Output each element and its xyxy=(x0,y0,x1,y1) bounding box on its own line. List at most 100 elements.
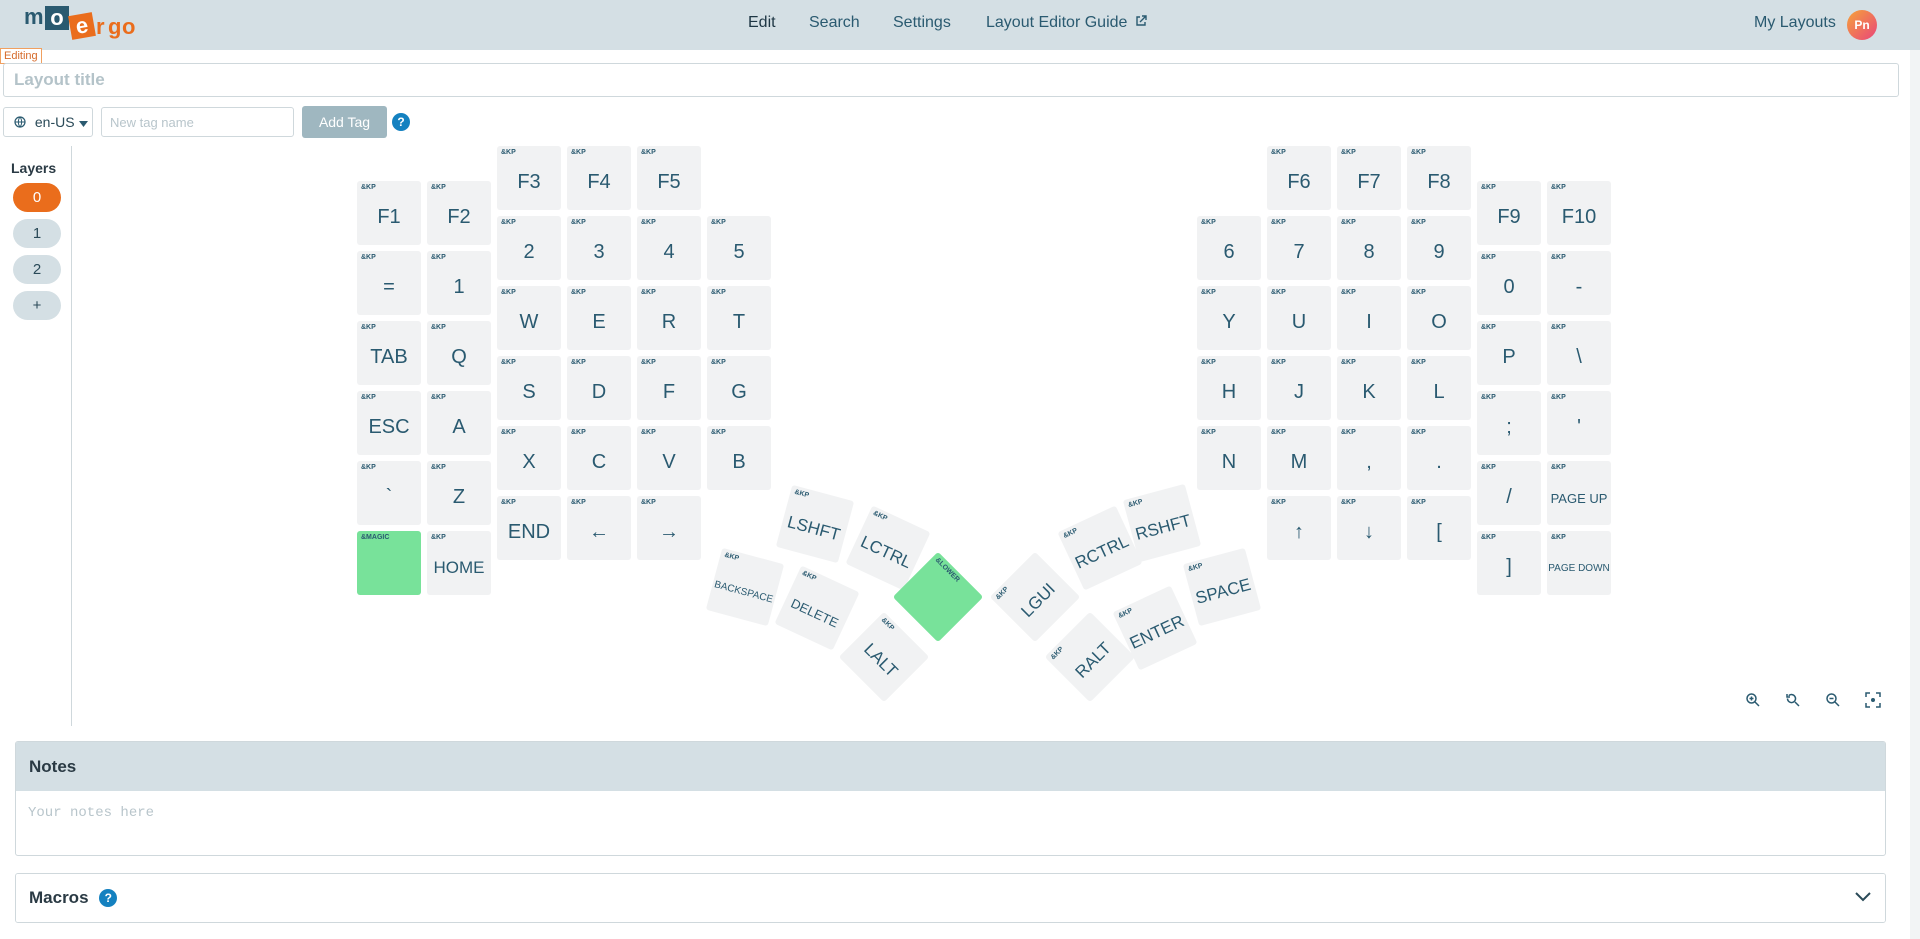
help-icon[interactable]: ? xyxy=(392,113,410,131)
key[interactable]: &KP] xyxy=(1477,531,1541,595)
key[interactable]: &KP LGUI xyxy=(989,551,1081,643)
nav-layout-editor-guide[interactable]: Layout Editor Guide xyxy=(986,14,1147,32)
key[interactable]: &KP H xyxy=(1197,356,1261,420)
key[interactable]: &KP 3 xyxy=(567,216,631,280)
key[interactable]: &KP C xyxy=(567,426,631,490)
key[interactable]: &KP W xyxy=(497,286,561,350)
zoom-out-icon[interactable] xyxy=(1822,692,1844,714)
key[interactable]: &KP 7 xyxy=(1267,216,1331,280)
key[interactable]: &KP F xyxy=(637,356,701,420)
key[interactable]: &KP SPACE xyxy=(1182,547,1262,627)
key[interactable]: &KP B xyxy=(707,426,771,490)
key[interactable]: &KP. xyxy=(1407,426,1471,490)
key[interactable]: &MAGIC xyxy=(357,531,421,595)
key[interactable]: &KP PAGE DOWN xyxy=(1547,531,1611,595)
key[interactable]: &KP ↑ xyxy=(1267,496,1331,560)
key[interactable]: &KP ← xyxy=(567,496,631,560)
key[interactable]: &KP O xyxy=(1407,286,1471,350)
chevron-down-icon[interactable] xyxy=(1855,892,1871,902)
key[interactable]: &KP 6 xyxy=(1197,216,1261,280)
key[interactable]: &KP F6 xyxy=(1267,146,1331,210)
key[interactable]: &KP TAB xyxy=(357,321,421,385)
add-tag-button[interactable]: Add Tag xyxy=(302,106,387,138)
key[interactable]: &KP HOME xyxy=(427,531,491,595)
notes-textarea[interactable] xyxy=(16,791,1885,854)
key[interactable]: &KP A xyxy=(427,391,491,455)
avatar[interactable]: Pn xyxy=(1847,10,1877,40)
nav-edit[interactable]: Edit xyxy=(748,14,776,32)
zoom-in-icon[interactable] xyxy=(1742,692,1764,714)
key[interactable]: &KP ↓ xyxy=(1337,496,1401,560)
macros-panel[interactable]: Macros ? xyxy=(15,873,1886,923)
key[interactable]: &KP Q xyxy=(427,321,491,385)
key[interactable]: &KP ' xyxy=(1547,391,1611,455)
layer-0-button[interactable]: 0 xyxy=(13,183,61,212)
key[interactable]: &KP, xyxy=(1337,426,1401,490)
key[interactable]: &KP F9 xyxy=(1477,181,1541,245)
key[interactable]: &KP X xyxy=(497,426,561,490)
key[interactable]: &KP E xyxy=(567,286,631,350)
key[interactable]: &KP N xyxy=(1197,426,1261,490)
new-tag-input[interactable] xyxy=(101,107,294,137)
key[interactable]: &KP V xyxy=(637,426,701,490)
key[interactable]: &KP K xyxy=(1337,356,1401,420)
page-scrollbar[interactable] xyxy=(1910,50,1920,939)
add-layer-button[interactable]: + xyxy=(13,291,61,320)
macros-help-icon[interactable]: ? xyxy=(99,889,118,907)
key[interactable]: &KP 1 xyxy=(427,251,491,315)
key[interactable]: &KP Z xyxy=(427,461,491,525)
key[interactable]: &KP BACKSPACE xyxy=(705,547,785,627)
key[interactable]: &KP F5 xyxy=(637,146,701,210)
macros-header[interactable]: Macros ? xyxy=(16,874,1885,922)
key[interactable]: &KP J xyxy=(1267,356,1331,420)
key[interactable]: &KP 0 xyxy=(1477,251,1541,315)
key[interactable]: &KP LSHFT xyxy=(775,484,855,564)
key[interactable]: &KP P xyxy=(1477,321,1541,385)
key[interactable]: &KP 5 xyxy=(707,216,771,280)
key[interactable]: &KP 4 xyxy=(637,216,701,280)
key[interactable]: &KP G xyxy=(707,356,771,420)
layer-2-button[interactable]: 2 xyxy=(13,255,61,284)
key[interactable]: &KP L xyxy=(1407,356,1471,420)
zoom-reset-icon[interactable] xyxy=(1782,692,1804,714)
key[interactable]: &KP F4 xyxy=(567,146,631,210)
key[interactable]: &KP - xyxy=(1547,251,1611,315)
key[interactable]: &KP 8 xyxy=(1337,216,1401,280)
layer-1-button[interactable]: 1 xyxy=(13,219,61,248)
key[interactable]: &KP ESC xyxy=(357,391,421,455)
key[interactable]: &KP F2 xyxy=(427,181,491,245)
key[interactable]: &KP I xyxy=(1337,286,1401,350)
key[interactable]: &KP [ xyxy=(1407,496,1471,560)
nav-settings[interactable]: Settings xyxy=(893,14,951,32)
key[interactable]: &KP R xyxy=(637,286,701,350)
key[interactable]: &KP F7 xyxy=(1337,146,1401,210)
key[interactable]: &KP F1 xyxy=(357,181,421,245)
key[interactable]: &KP T xyxy=(707,286,771,350)
moergo-logo[interactable]: m o e r g o xyxy=(24,4,144,44)
key[interactable]: &KP \ xyxy=(1547,321,1611,385)
key[interactable]: &KP DELETE xyxy=(774,565,860,651)
key[interactable]: &KP LALT xyxy=(838,611,930,703)
key[interactable]: &KP 9 xyxy=(1407,216,1471,280)
key[interactable]: &KP U xyxy=(1267,286,1331,350)
key[interactable]: &KP PAGE UP xyxy=(1547,461,1611,525)
my-layouts-link[interactable]: My Layouts xyxy=(1754,14,1836,32)
key[interactable]: &KP Y xyxy=(1197,286,1261,350)
key[interactable]: &KP → xyxy=(637,496,701,560)
key[interactable]: &KP F10 xyxy=(1547,181,1611,245)
key[interactable]: &KP S xyxy=(497,356,561,420)
locale-select[interactable]: en-US xyxy=(3,107,93,137)
key[interactable]: &KP ` xyxy=(357,461,421,525)
key[interactable]: &KP M xyxy=(1267,426,1331,490)
layout-title-input[interactable] xyxy=(3,63,1899,97)
key[interactable]: &KP; xyxy=(1477,391,1541,455)
key[interactable]: &KP / xyxy=(1477,461,1541,525)
key[interactable]: &KP D xyxy=(567,356,631,420)
nav-search[interactable]: Search xyxy=(809,14,860,32)
key[interactable]: &KP 2 xyxy=(497,216,561,280)
key[interactable]: &KP = xyxy=(357,251,421,315)
key[interactable]: &KP END xyxy=(497,496,561,560)
key[interactable]: &KP F8 xyxy=(1407,146,1471,210)
key[interactable]: &KP F3 xyxy=(497,146,561,210)
fit-screen-icon[interactable] xyxy=(1862,692,1884,714)
